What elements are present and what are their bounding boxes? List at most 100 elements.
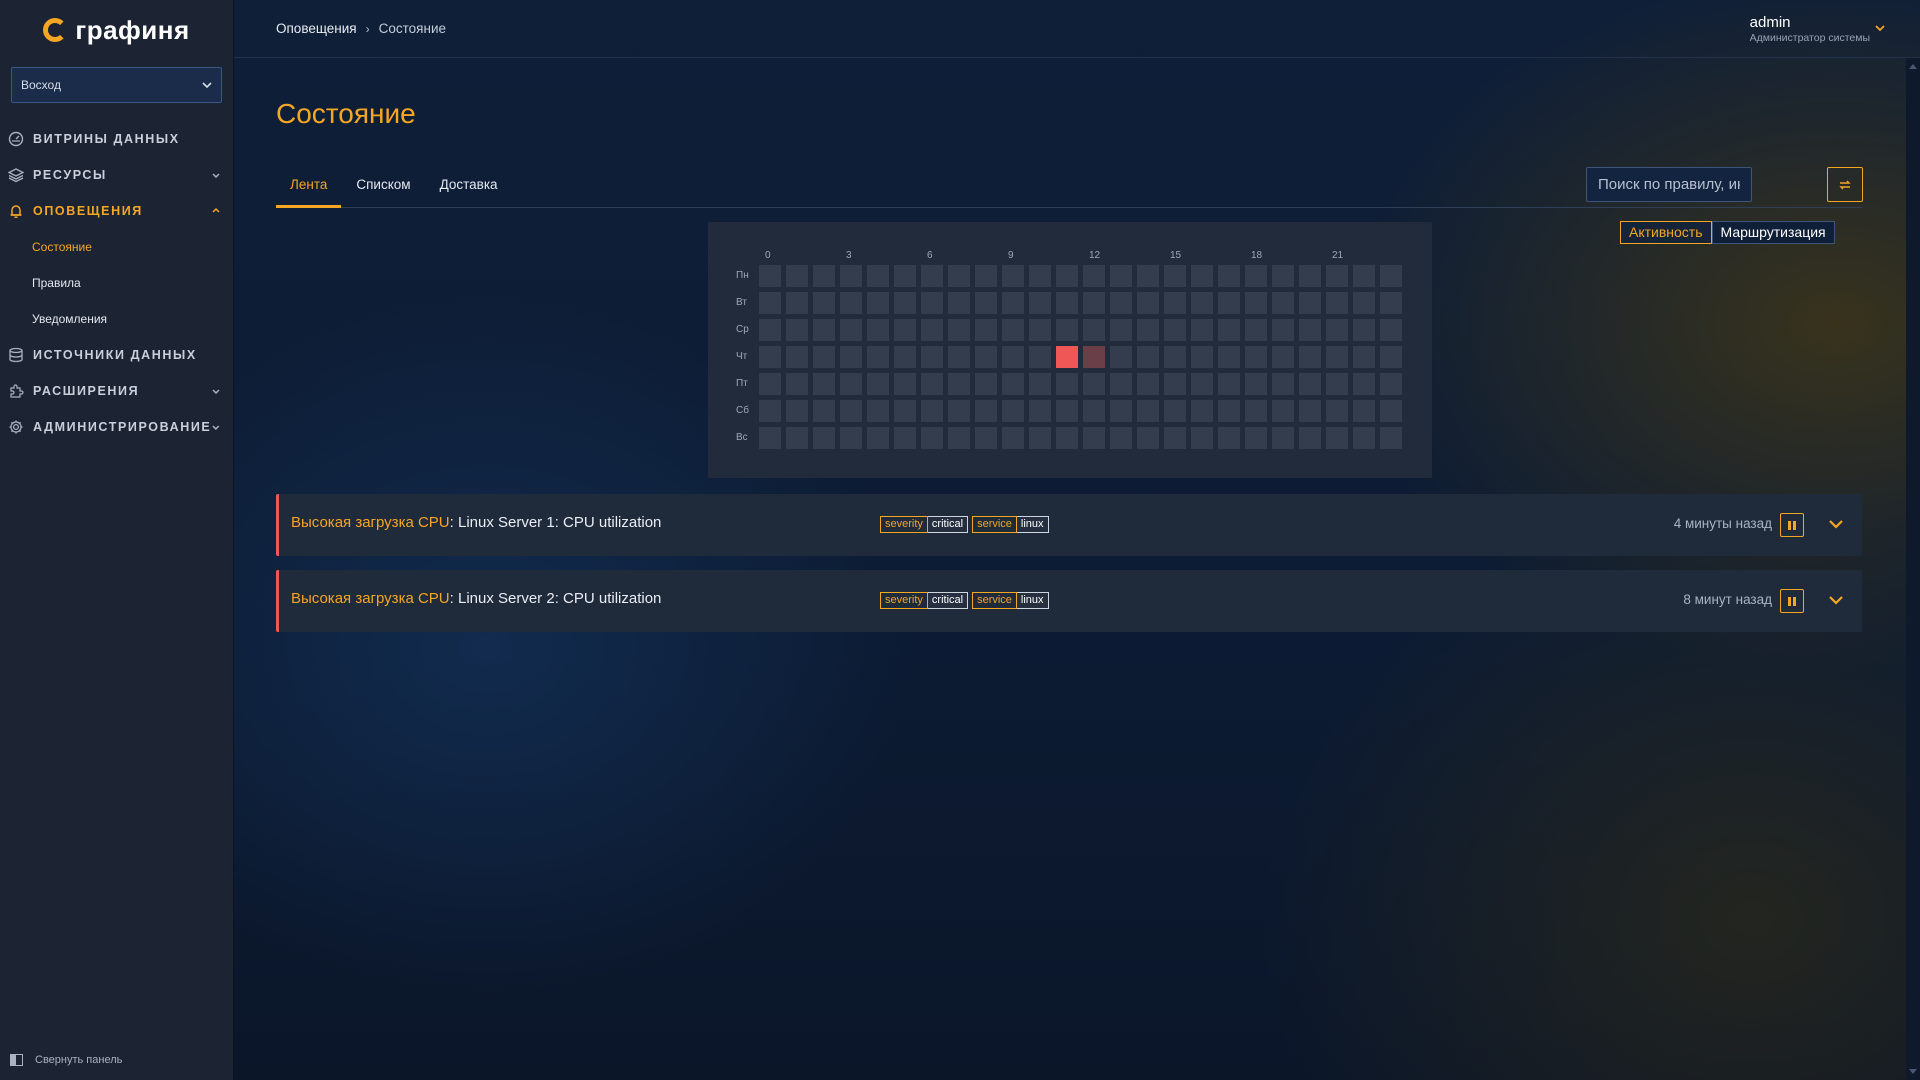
heatmap-cell[interactable]: [786, 346, 808, 368]
heatmap-cell[interactable]: [1380, 400, 1402, 422]
heatmap-cell[interactable]: [921, 319, 943, 341]
heatmap-cell[interactable]: [1299, 292, 1321, 314]
heatmap-cell[interactable]: [1272, 346, 1294, 368]
heatmap-cell[interactable]: [1191, 400, 1213, 422]
heatmap-cell[interactable]: [1272, 427, 1294, 449]
heatmap-cell[interactable]: [1110, 427, 1132, 449]
pause-button[interactable]: [1780, 513, 1804, 537]
heatmap-cell[interactable]: [1137, 346, 1159, 368]
heatmap-cell[interactable]: [894, 346, 916, 368]
heatmap-cell[interactable]: [759, 346, 781, 368]
heatmap-cell[interactable]: [1218, 346, 1240, 368]
alert-rule-name[interactable]: Высокая загрузка CPU: [291, 590, 450, 607]
heatmap-cell[interactable]: [759, 373, 781, 395]
heatmap-cell[interactable]: [1272, 292, 1294, 314]
heatmap-cell[interactable]: [1137, 319, 1159, 341]
heatmap-cell[interactable]: [759, 292, 781, 314]
label-pair[interactable]: severity critical: [880, 592, 969, 609]
heatmap-cell[interactable]: [840, 346, 862, 368]
heatmap-cell[interactable]: [921, 292, 943, 314]
heatmap-cell[interactable]: [867, 319, 889, 341]
heatmap-cell[interactable]: [1380, 427, 1402, 449]
heatmap-cell[interactable]: [1191, 346, 1213, 368]
heatmap-cell[interactable]: [1353, 319, 1375, 341]
heatmap-cell[interactable]: [1245, 427, 1267, 449]
heatmap-cell[interactable]: [921, 346, 943, 368]
heatmap-cell[interactable]: [867, 265, 889, 287]
heatmap-cell[interactable]: [1029, 292, 1051, 314]
heatmap-cell[interactable]: [1029, 400, 1051, 422]
heatmap-cell[interactable]: [1164, 400, 1186, 422]
heatmap-cell[interactable]: [759, 265, 781, 287]
heatmap-cell[interactable]: [1029, 265, 1051, 287]
sidebar-subitem-rules[interactable]: Правила: [0, 265, 233, 301]
heatmap-cell[interactable]: [1083, 265, 1105, 287]
heatmap-cell[interactable]: [786, 319, 808, 341]
sidebar-item-alerting[interactable]: ОПОВЕЩЕНИЯ: [0, 193, 233, 229]
heatmap-cell[interactable]: [1137, 400, 1159, 422]
heatmap-cell[interactable]: [975, 346, 997, 368]
label-pair[interactable]: severity critical: [880, 516, 969, 533]
heatmap-cell[interactable]: [1056, 319, 1078, 341]
heatmap-cell[interactable]: [1110, 346, 1132, 368]
heatmap-cell[interactable]: [1299, 373, 1321, 395]
heatmap-cell[interactable]: [921, 265, 943, 287]
heatmap-cell[interactable]: [1353, 373, 1375, 395]
heatmap-cell[interactable]: [975, 373, 997, 395]
heatmap-cell[interactable]: [840, 265, 862, 287]
heatmap-cell[interactable]: [1272, 373, 1294, 395]
heatmap-cell[interactable]: [1002, 400, 1024, 422]
sidebar-subitem-state[interactable]: Состояние: [0, 229, 233, 265]
toggle-activity[interactable]: Активность: [1620, 221, 1712, 244]
heatmap-cell[interactable]: [1056, 292, 1078, 314]
heatmap-cell[interactable]: [1380, 265, 1402, 287]
heatmap-cell[interactable]: [894, 400, 916, 422]
heatmap-cell[interactable]: [1083, 319, 1105, 341]
heatmap-cell[interactable]: [759, 400, 781, 422]
heatmap-cell[interactable]: [1353, 292, 1375, 314]
heatmap-cell[interactable]: [1056, 400, 1078, 422]
heatmap-cell[interactable]: [1191, 319, 1213, 341]
pause-button[interactable]: [1780, 589, 1804, 613]
heatmap-cell[interactable]: [813, 265, 835, 287]
heatmap-cell[interactable]: [1110, 265, 1132, 287]
heatmap-cell[interactable]: [1137, 373, 1159, 395]
heatmap-cell[interactable]: [1380, 319, 1402, 341]
heatmap-cell[interactable]: [1299, 427, 1321, 449]
heatmap-cell[interactable]: [1380, 346, 1402, 368]
heatmap-cell[interactable]: [786, 373, 808, 395]
heatmap-cell[interactable]: [1029, 346, 1051, 368]
heatmap-cell[interactable]: [867, 400, 889, 422]
alert-card[interactable]: Высокая загрузка CPU: Linux Server 1: CP…: [276, 494, 1862, 556]
heatmap-cell[interactable]: [840, 292, 862, 314]
heatmap-cell[interactable]: [840, 400, 862, 422]
heatmap-cell[interactable]: [948, 373, 970, 395]
heatmap-cell[interactable]: [1272, 319, 1294, 341]
search-input[interactable]: [1586, 167, 1752, 202]
heatmap-cell[interactable]: [1218, 373, 1240, 395]
heatmap-cell[interactable]: [1110, 400, 1132, 422]
heatmap-cell[interactable]: [948, 292, 970, 314]
collapse-panel-button[interactable]: Свернуть панель: [10, 1054, 122, 1066]
heatmap-cell[interactable]: [975, 292, 997, 314]
heatmap-cell[interactable]: [975, 427, 997, 449]
heatmap-cell[interactable]: [1380, 292, 1402, 314]
heatmap-cell[interactable]: [1245, 400, 1267, 422]
heatmap-cell[interactable]: [813, 292, 835, 314]
chevron-down-icon[interactable]: [1828, 592, 1844, 608]
org-select[interactable]: Восход: [11, 67, 222, 103]
heatmap-cell[interactable]: [1002, 292, 1024, 314]
heatmap-cell[interactable]: [1326, 319, 1348, 341]
heatmap-cell[interactable]: [813, 373, 835, 395]
label-pair[interactable]: service linux: [972, 516, 1049, 533]
heatmap-cell[interactable]: [948, 265, 970, 287]
heatmap-cell[interactable]: [975, 400, 997, 422]
heatmap-cell[interactable]: [840, 319, 862, 341]
heatmap-cell[interactable]: [1137, 292, 1159, 314]
heatmap-cell[interactable]: [1326, 265, 1348, 287]
heatmap-cell[interactable]: [1245, 346, 1267, 368]
heatmap-cell[interactable]: [1164, 427, 1186, 449]
chevron-down-icon[interactable]: [1828, 516, 1844, 532]
heatmap-cell[interactable]: [1083, 373, 1105, 395]
heatmap-cell[interactable]: [1353, 346, 1375, 368]
